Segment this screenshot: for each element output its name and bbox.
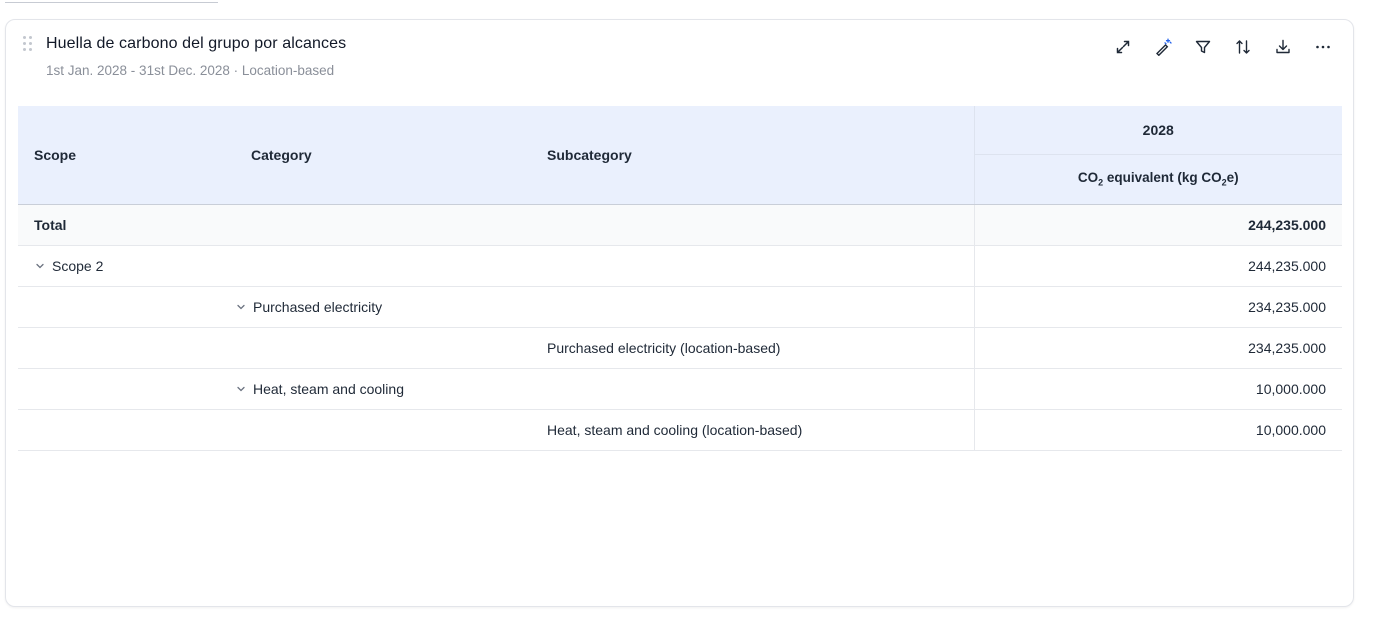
table-row: Purchased electricity 234,235.000 bbox=[18, 286, 1342, 328]
row-scope-cell bbox=[18, 286, 235, 328]
row-category-cell[interactable]: Heat, steam and cooling bbox=[235, 368, 547, 410]
row-category-label: Purchased electricity bbox=[253, 298, 383, 315]
row-category-cell bbox=[235, 204, 547, 246]
filter-icon bbox=[1195, 40, 1211, 54]
row-subcategory-cell: Purchased electricity (location-based) bbox=[547, 327, 974, 369]
row-category-cell bbox=[235, 409, 547, 451]
emissions-table: Scope Category Subcategory 2028 CO2 equi… bbox=[18, 106, 1342, 451]
chevron-down-icon[interactable] bbox=[34, 259, 46, 271]
header-category[interactable]: Category bbox=[235, 106, 547, 205]
row-subcategory-cell bbox=[547, 368, 974, 410]
expand-button[interactable] bbox=[1111, 35, 1135, 59]
sort-button[interactable] bbox=[1231, 35, 1255, 59]
more-icon bbox=[1316, 45, 1330, 49]
row-value-cell: 234,235.000 bbox=[973, 286, 1342, 328]
top-divider bbox=[5, 2, 218, 3]
magic-wand-icon bbox=[1156, 38, 1172, 56]
drag-handle-icon[interactable] bbox=[23, 36, 33, 52]
filter-button[interactable] bbox=[1191, 35, 1215, 59]
row-category-cell bbox=[235, 245, 547, 287]
header-subcategory[interactable]: Subcategory bbox=[547, 106, 974, 205]
table-row: Scope 2 244,235.000 bbox=[18, 245, 1342, 287]
table-row-total: Total 244,235.000 bbox=[18, 204, 1342, 246]
table-row: Heat, steam and cooling 10,000.000 bbox=[18, 368, 1342, 410]
row-scope-cell bbox=[18, 327, 235, 369]
row-scope-cell: Total bbox=[18, 204, 235, 246]
download-button[interactable] bbox=[1271, 35, 1295, 59]
row-scope-cell bbox=[18, 409, 235, 451]
expand-icon bbox=[1116, 40, 1130, 54]
magic-wand-button[interactable] bbox=[1151, 35, 1175, 59]
widget-title: Huella de carbono del grupo por alcances bbox=[46, 35, 347, 52]
table-row: Heat, steam and cooling (location-based)… bbox=[18, 409, 1342, 451]
widget-subtitle: 1st Jan. 2028 - 31st Dec. 2028 · Locatio… bbox=[46, 63, 335, 78]
row-value-cell: 10,000.000 bbox=[973, 368, 1342, 410]
header-unit: CO2 equivalent (kg CO2e) bbox=[973, 154, 1342, 205]
table-row: Purchased electricity (location-based) 2… bbox=[18, 327, 1342, 369]
row-value-cell: 244,235.000 bbox=[973, 245, 1342, 287]
chevron-down-icon[interactable] bbox=[235, 382, 247, 394]
row-scope-cell bbox=[18, 368, 235, 410]
widget-toolbar bbox=[1111, 35, 1335, 59]
more-button[interactable] bbox=[1311, 35, 1335, 59]
row-value-cell: 234,235.000 bbox=[973, 327, 1342, 369]
row-value-cell: 10,000.000 bbox=[973, 409, 1342, 451]
header-scope[interactable]: Scope bbox=[18, 106, 235, 205]
row-scope-label: Scope 2 bbox=[52, 257, 104, 274]
row-scope-cell[interactable]: Scope 2 bbox=[18, 245, 235, 287]
header-year: 2028 bbox=[973, 106, 1342, 155]
download-icon bbox=[1276, 39, 1290, 54]
chevron-down-icon[interactable] bbox=[235, 300, 247, 312]
row-subcategory-cell bbox=[547, 245, 974, 287]
row-category-label: Heat, steam and cooling bbox=[253, 380, 404, 397]
row-category-cell bbox=[235, 327, 547, 369]
row-value-cell: 244,235.000 bbox=[973, 204, 1342, 246]
row-subcategory-cell bbox=[547, 286, 974, 328]
widget-card: Huella de carbono del grupo por alcances… bbox=[5, 19, 1354, 607]
sort-icon bbox=[1236, 40, 1250, 54]
row-subcategory-cell: Heat, steam and cooling (location-based) bbox=[547, 409, 974, 451]
row-category-cell[interactable]: Purchased electricity bbox=[235, 286, 547, 328]
row-subcategory-cell bbox=[547, 204, 974, 246]
